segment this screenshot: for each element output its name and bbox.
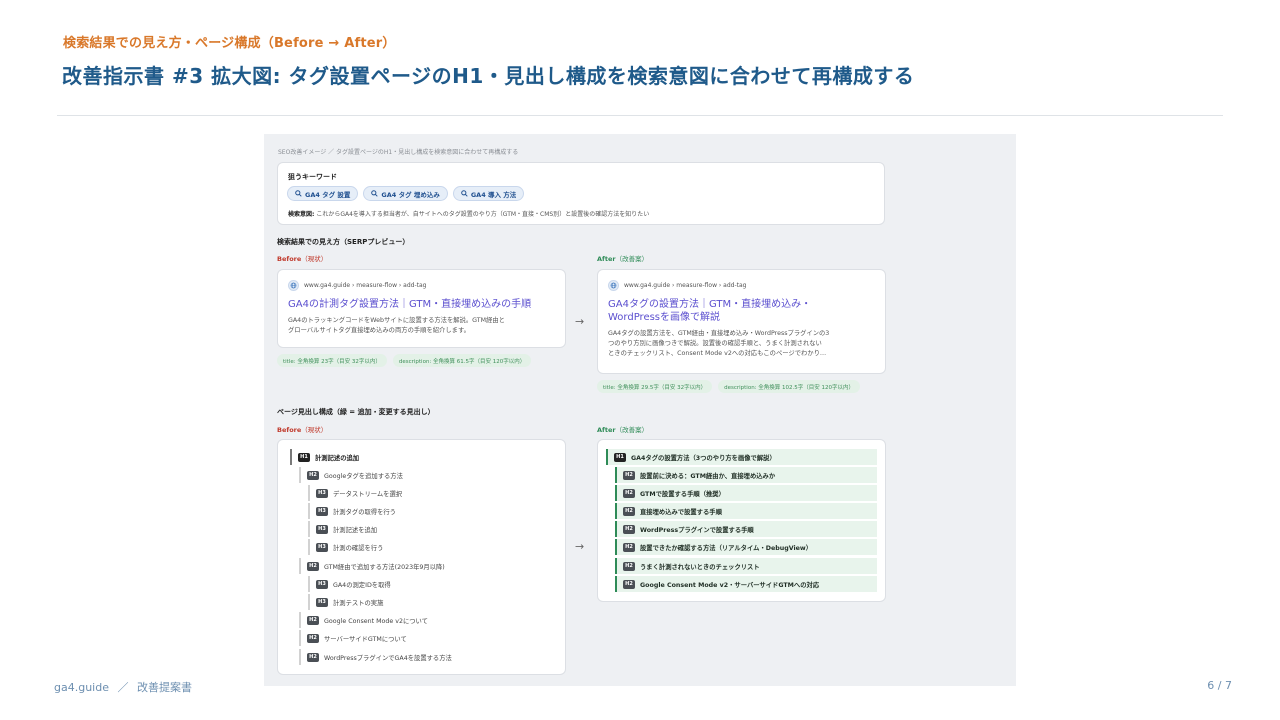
heading-level-badge: H3 xyxy=(316,597,328,607)
footer-site[interactable]: ga4.guide xyxy=(54,681,109,694)
globe-icon xyxy=(288,280,299,291)
search-intent-label: 検索意図: xyxy=(288,211,315,218)
serp-after-label: After（改善案） xyxy=(597,255,649,263)
heading-level-badge: H2 xyxy=(307,615,319,625)
heading-row-h1: H1 GA4タグの設置方法（3つのやり方を画像で解説） xyxy=(606,449,877,465)
heading-row-h2: H2 設置できたか確認する方法（リアルタイム・DebugView） xyxy=(615,539,877,555)
breadcrumb: SEO改善イメージ ／ タグ設置ページのH1・見出し構成を検索意図に合わせて再構… xyxy=(278,149,519,156)
heading-row-h2: H2 Googleタグを追加する方法 xyxy=(299,467,403,483)
heading-row-h3: H3 GA4の測定IDを取得 xyxy=(308,576,391,592)
footer-breadcrumb: ga4.guide ／ 改善提案書 xyxy=(54,679,192,695)
heading-level-badge: H2 xyxy=(623,579,635,589)
serp-url-text: www.ga4.guide › measure-flow › add-tag xyxy=(304,282,427,289)
keyword-chip: GA4 タグ 埋め込み xyxy=(363,186,448,201)
heading-row-h2: H2 Google Consent Mode v2・サーバーサイドGTMへの対応 xyxy=(615,576,877,592)
title-divider xyxy=(57,115,1223,116)
heading-level-badge: H3 xyxy=(316,542,328,552)
serp-description: GA4のトラッキングコードをWebサイトに設置する方法を解説。GTM経由と グロ… xyxy=(288,317,505,334)
globe-icon xyxy=(608,280,619,291)
heading-row-h2: H2 Google Consent Mode v2について xyxy=(299,612,428,628)
heading-level-badge: H2 xyxy=(307,652,319,662)
heading-level-badge: H3 xyxy=(316,506,328,516)
search-icon xyxy=(461,190,468,197)
heading-row-h2: H2 直接埋め込みで設置する手順 xyxy=(615,503,877,519)
headings-heading: ページ見出し構成（緑 = 追加・変更する見出し） xyxy=(277,408,435,416)
search-icon xyxy=(371,190,379,197)
keyword-chip-label: GA4 タグ 設置 xyxy=(305,190,351,199)
serp-title[interactable]: GA4の計測タグ設置方法｜GTM・直接埋め込みの手順 xyxy=(288,298,531,311)
footer-separator: ／ xyxy=(117,681,129,694)
heading-row-h3: H3 データストリームを選択 xyxy=(308,485,402,501)
serp-url: www.ga4.guide › measure-flow › add-tag xyxy=(288,280,426,291)
heading-level-badge: H2 xyxy=(307,633,319,643)
serp-description: GA4タグの設置方法を、GTM経由・直接埋め込み・WordPressプラグインの… xyxy=(608,330,830,357)
serp-after-badges: title: 全角換算 29.5字（目安 32字以内） description:… xyxy=(597,380,861,393)
serp-arrow: → xyxy=(575,315,585,328)
description-length-badge: description: 全角換算 102.5字（目安 120字以内） xyxy=(718,380,861,393)
keyword-chip: GA4 タグ 設置 xyxy=(287,186,359,201)
heading-row-h3: H3 計測タグの取得を行う xyxy=(308,503,396,519)
serp-after-card: www.ga4.guide › measure-flow › add-tag G… xyxy=(597,269,886,374)
heading-level-badge: H2 xyxy=(623,488,635,498)
heading-row-h2: H2 GTMで設置する手順（推奨） xyxy=(615,485,877,501)
keyword-chips: GA4 タグ 設置 GA4 タグ 埋め込み GA4 導入 方法 xyxy=(287,186,525,201)
serp-before-badges: title: 全角換算 23字（目安 32字以内） description: 全… xyxy=(277,354,532,367)
heading-row-h2: H2 サーバーサイドGTMについて xyxy=(299,630,407,646)
footer-doc: 改善提案書 xyxy=(136,681,192,694)
search-intent-text: これからGA4を導入する担当者が、自サイトへのタグ設置のやり方（GTM・直接・C… xyxy=(314,211,650,218)
headings-before-label: Before（現状） xyxy=(277,426,328,434)
heading-level-badge: H2 xyxy=(307,561,319,571)
preview-panel: SEO改善イメージ ／ タグ設置ページのH1・見出し構成を検索意図に合わせて再構… xyxy=(264,134,1016,686)
serp-heading: 検索結果での見え方（SERPプレビュー） xyxy=(277,238,410,246)
keyword-chip-label: GA4 導入 方法 xyxy=(470,190,517,199)
description-length-badge: description: 全角換算 61.5字（目安 120字以内） xyxy=(392,354,532,367)
heading-level-badge: H1 xyxy=(298,452,310,462)
headings-after-label: After（改善案） xyxy=(597,426,649,434)
title-length-badge: title: 全角換算 23字（目安 32字以内） xyxy=(277,354,387,367)
heading-level-badge: H2 xyxy=(623,542,635,552)
serp-before-label: Before（現状） xyxy=(277,255,328,263)
heading-row-h1: H1 計測記述の追加 xyxy=(290,449,359,465)
heading-row-h2: H2 うまく計測されないときのチェックリスト xyxy=(615,558,877,574)
keyword-label: 狙うキーワード xyxy=(288,173,337,181)
headings-arrow: → xyxy=(575,540,585,553)
serp-before-card: www.ga4.guide › measure-flow › add-tag G… xyxy=(277,269,566,348)
heading-level-badge: H2 xyxy=(307,470,319,480)
keyword-chip-label: GA4 タグ 埋め込み xyxy=(381,190,440,199)
headings-before-card: H1 計測記述の追加 H2 Googleタグを追加する方法 H3 データストリームを選… xyxy=(277,439,566,675)
heading-level-badge: H3 xyxy=(316,488,328,498)
keyword-card: 狙うキーワード GA4 タグ 設置 GA4 タグ 埋め込み GA4 導入 方法 … xyxy=(277,162,885,225)
page-title: 改善指示書 #3 拡大図: タグ設置ページのH1・見出し構成を検索意図に合わせて… xyxy=(62,64,915,88)
heading-level-badge: H1 xyxy=(614,452,626,462)
heading-row-h3: H3 計測の確認を行う xyxy=(308,539,383,555)
heading-row-h3: H3 計測記述を追加 xyxy=(308,521,377,537)
serp-url: www.ga4.guide › measure-flow › add-tag xyxy=(608,280,746,291)
heading-level-badge: H2 xyxy=(623,506,635,516)
heading-level-badge: H2 xyxy=(623,561,635,571)
heading-row-h2: H2 設置前に決める：GTM経由か、直接埋め込みか xyxy=(615,467,877,483)
heading-row-h2: H2 WordPressプラグインでGA4を設置する方法 xyxy=(299,649,452,665)
heading-level-badge: H3 xyxy=(316,579,328,589)
heading-row-h2: H2 WordPressプラグインで設置する手順 xyxy=(615,521,877,537)
serp-title[interactable]: GA4タグの設置方法｜GTM・直接埋め込み・ WordPressを画像で解説 xyxy=(608,298,811,324)
keyword-chip: GA4 導入 方法 xyxy=(452,186,525,201)
heading-level-badge: H2 xyxy=(623,524,635,534)
search-icon xyxy=(295,190,302,197)
serp-url-text: www.ga4.guide › measure-flow › add-tag xyxy=(624,282,747,289)
page-number: 6 / 7 xyxy=(1207,679,1232,692)
heading-row-h3: H3 計測テストの実施 xyxy=(308,594,383,610)
heading-row-h2: H2 GTM経由で追加する方法(2023年9月以降) xyxy=(299,558,445,574)
search-intent: 検索意図: これからGA4を導入する担当者が、自サイトへのタグ設置のやり方（GT… xyxy=(288,209,649,218)
headings-after-card: H1 GA4タグの設置方法（3つのやり方を画像で解説） H2 設置前に決める：GTM… xyxy=(597,439,886,602)
heading-level-badge: H3 xyxy=(316,524,328,534)
title-length-badge: title: 全角換算 29.5字（目安 32字以内） xyxy=(597,380,713,393)
heading-level-badge: H2 xyxy=(623,470,635,480)
section-eyebrow: 検索結果での見え方・ページ構成（Before → After） xyxy=(63,36,396,51)
